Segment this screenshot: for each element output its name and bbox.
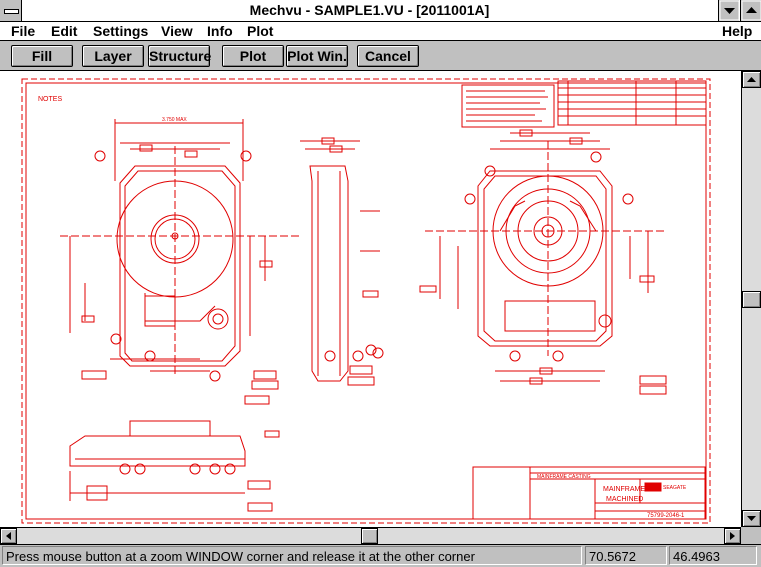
menu-settings[interactable]: Settings — [93, 23, 148, 39]
drawing-number: 75799-2046-1 — [647, 513, 685, 519]
minimize-button[interactable] — [718, 0, 740, 21]
plot-button[interactable]: Plot — [222, 45, 284, 67]
arrow-down-icon — [747, 516, 756, 521]
arrow-left-icon — [6, 532, 11, 540]
front-view: 3.750 MAX — [60, 117, 300, 390]
notes-block — [461, 84, 555, 128]
menu-plot[interactable]: Plot — [247, 23, 273, 39]
scrollbar-corner — [741, 527, 761, 544]
title-bar: Mechvu - SAMPLE1.VU - [2011001A] — [0, 0, 761, 22]
bottom-view — [69, 395, 280, 512]
scroll-up-button[interactable] — [742, 71, 761, 88]
menu-edit[interactable]: Edit — [51, 23, 77, 39]
material-text: MAINFRAME CASTING — [537, 474, 591, 480]
vertical-scrollbar[interactable] — [741, 71, 761, 527]
part-name-line2: MACHINED — [606, 496, 643, 503]
x-coordinate: 70.5672 — [585, 546, 667, 565]
menu-info[interactable]: Info — [207, 23, 233, 39]
revision-table — [557, 80, 707, 126]
side-view — [300, 137, 384, 386]
rear-view — [419, 129, 667, 395]
system-menu-button[interactable] — [0, 0, 22, 21]
status-message: Press mouse button at a zoom WINDOW corn… — [2, 546, 582, 565]
arrow-up-icon — [747, 77, 756, 82]
layer-button[interactable]: Layer — [82, 45, 144, 67]
title-block: MAINFRAME CASTING MAINFRAME MACHINED SEA… — [472, 466, 706, 520]
horizontal-scrollbar[interactable] — [0, 527, 741, 544]
application-window: Mechvu - SAMPLE1.VU - [2011001A] File Ed… — [0, 0, 761, 567]
vertical-scroll-thumb[interactable] — [742, 291, 761, 308]
y-coordinate: 46.4963 — [669, 546, 757, 565]
scroll-left-button[interactable] — [0, 528, 17, 544]
scroll-right-button[interactable] — [724, 528, 741, 544]
window-title: Mechvu - SAMPLE1.VU - [2011001A] — [249, 2, 490, 18]
cad-drawing: NOTES 3.750 MAX MAINFRAME CASTING MAINFR… — [21, 78, 711, 524]
arrow-right-icon — [730, 532, 735, 540]
system-menu-icon — [4, 9, 19, 14]
sheet-inner-border — [25, 82, 707, 520]
status-bar: Press mouse button at a zoom WINDOW corn… — [0, 544, 761, 567]
scroll-down-button[interactable] — [742, 510, 761, 527]
menu-view[interactable]: View — [161, 23, 193, 39]
overall-dimension: 3.750 MAX — [162, 117, 187, 123]
menu-bar: File Edit Settings View Info Plot Help — [0, 22, 761, 41]
notes-label: NOTES — [38, 96, 62, 103]
horizontal-scroll-thumb[interactable] — [361, 528, 378, 544]
menu-file[interactable]: File — [11, 23, 35, 39]
menu-help[interactable]: Help — [722, 23, 752, 39]
minimize-icon — [719, 0, 740, 21]
company-name: SEAGATE — [663, 485, 687, 491]
cancel-button[interactable]: Cancel — [357, 45, 419, 67]
plot-window-button[interactable]: Plot Win. — [286, 45, 348, 67]
part-name-line1: MAINFRAME — [603, 486, 645, 493]
fill-button[interactable]: Fill — [11, 45, 73, 67]
drawing-canvas[interactable]: NOTES 3.750 MAX MAINFRAME CASTING MAINFR… — [0, 71, 741, 527]
maximize-button[interactable] — [740, 0, 761, 21]
toolbar: Fill Layer Structure Plot Plot Win. Canc… — [0, 41, 761, 71]
maximize-icon — [741, 0, 761, 21]
structure-button[interactable]: Structure — [148, 45, 211, 67]
